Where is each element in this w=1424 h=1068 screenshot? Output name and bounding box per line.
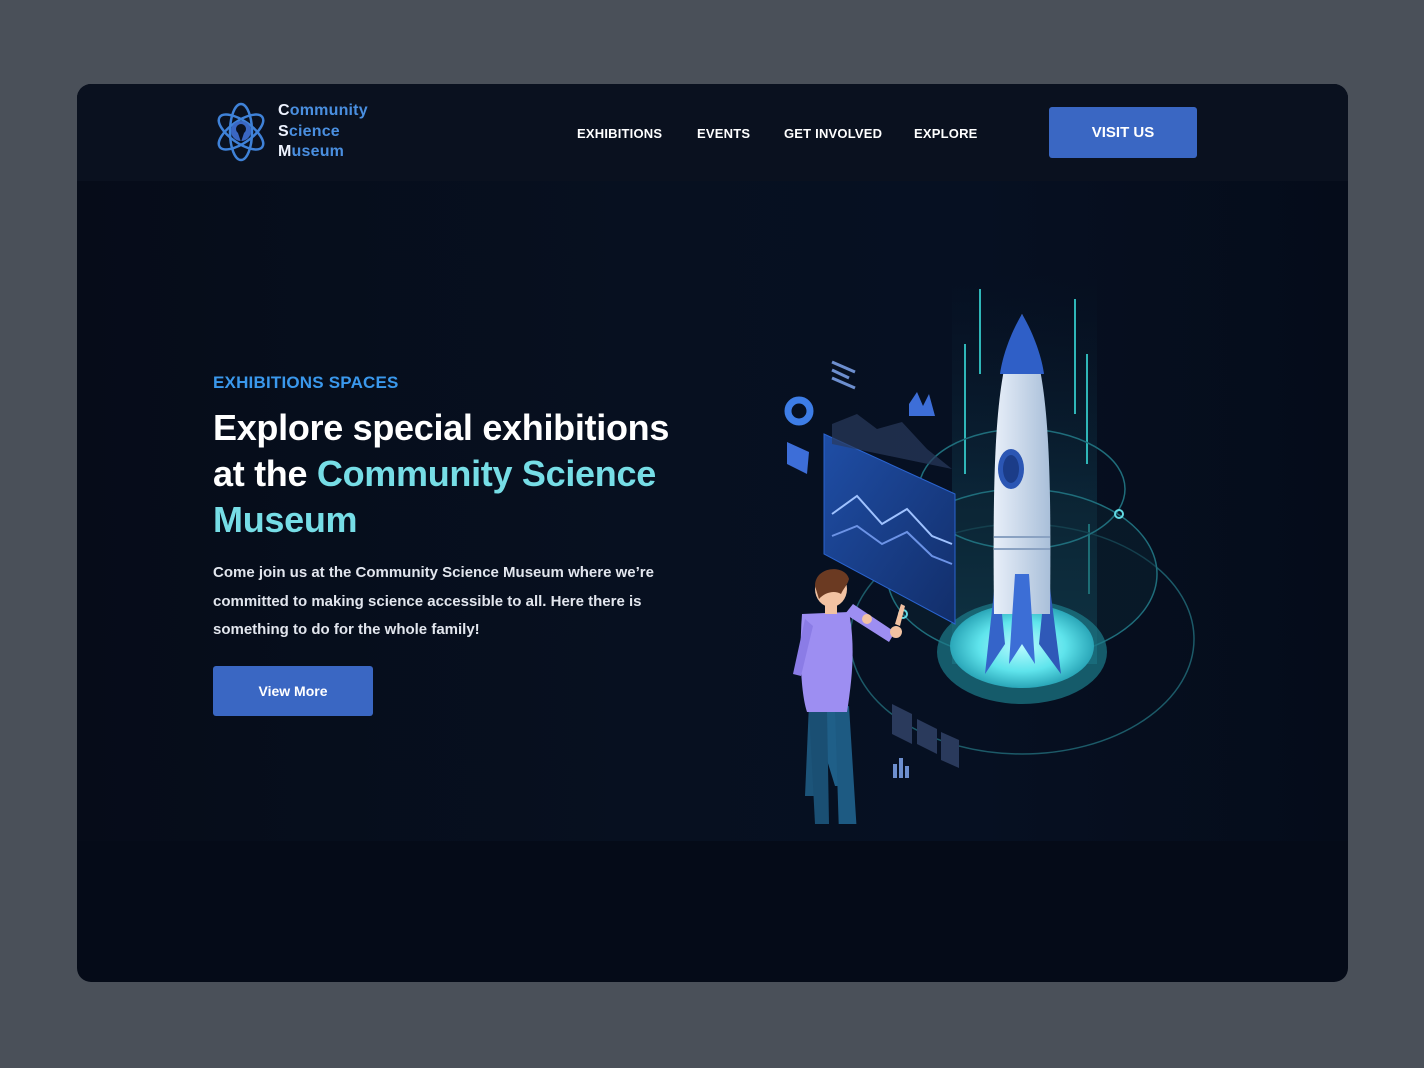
brand-name-line-2: Science (278, 122, 340, 140)
atom-logo-icon (217, 102, 265, 162)
site-header: Community Science Museum EXHIBITIONS EVE… (77, 84, 1348, 181)
browser-frame: Community Science Museum EXHIBITIONS EVE… (77, 84, 1348, 982)
visit-us-button[interactable]: VISIT US (1049, 107, 1197, 158)
hero-description: Come join us at the Community Science Mu… (213, 564, 654, 638)
visitor-figure (793, 569, 905, 824)
nav-get-involved[interactable]: GET INVOLVED (784, 126, 882, 141)
nav-exhibitions[interactable]: EXHIBITIONS (577, 126, 662, 141)
brand-name-line-1: Community (278, 102, 368, 120)
rocket-launch-illustration (784, 274, 1195, 824)
nav-explore[interactable]: EXPLORE (914, 126, 978, 141)
brand-name: Community Science Museum (278, 101, 368, 163)
nav-events[interactable]: EVENTS (697, 126, 750, 141)
hero-title: Explore special exhibitions at the Commu… (213, 405, 683, 543)
brand-name-line-3: Museum (278, 143, 345, 161)
view-more-button[interactable]: View More (213, 666, 373, 716)
site-logo[interactable]: Community Science Museum (212, 100, 368, 164)
hero-eyebrow: EXHIBITIONS SPACES (213, 373, 399, 392)
